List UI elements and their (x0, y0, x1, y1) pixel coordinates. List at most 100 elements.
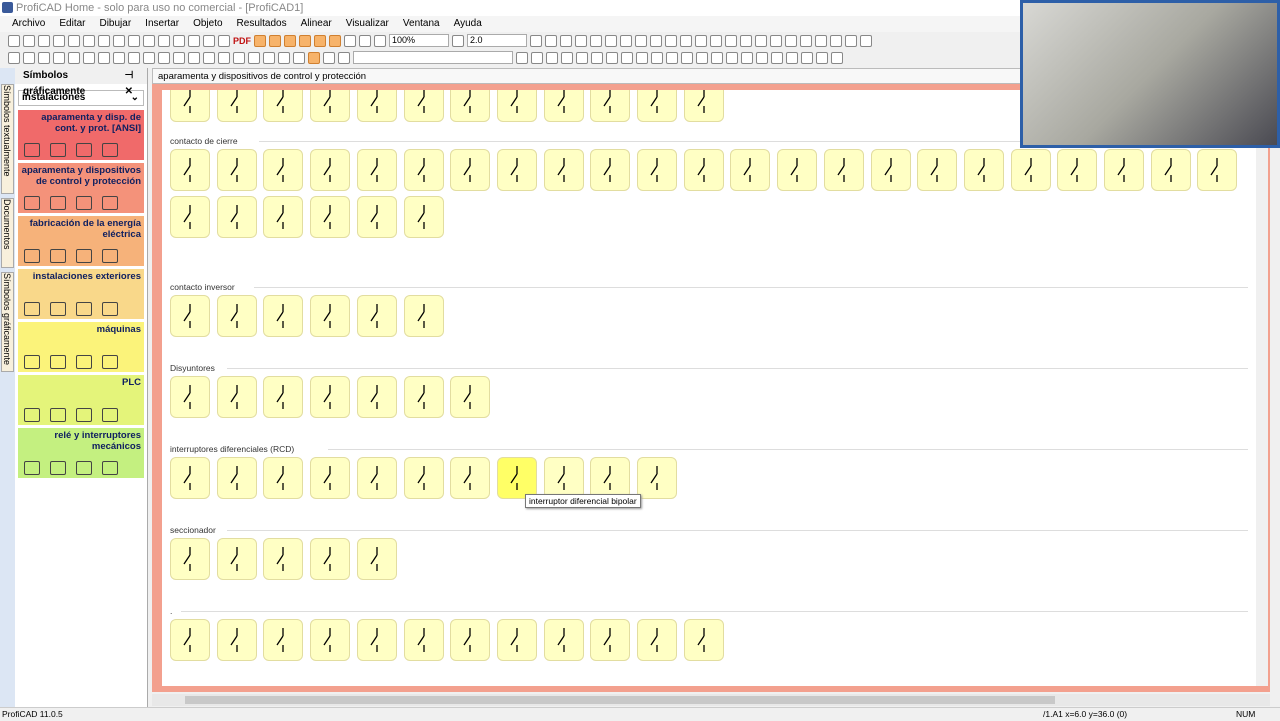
toolbar-button[interactable] (771, 51, 783, 64)
font-combo[interactable] (353, 51, 513, 64)
toolbar-button[interactable] (830, 34, 842, 47)
line-width-combo[interactable]: 2.0 (467, 34, 527, 47)
horizontal-scroll-thumb[interactable] (185, 696, 1055, 704)
symbol-tile[interactable] (310, 90, 351, 122)
symbol-tile[interactable] (403, 90, 444, 122)
symbol-tile[interactable] (310, 619, 351, 661)
symbol-tile[interactable] (403, 619, 444, 661)
symbol-tile[interactable] (216, 538, 257, 580)
toolbar-button[interactable] (188, 51, 200, 64)
toolbar-button[interactable] (636, 51, 648, 64)
menu-alinear[interactable]: Alinear (301, 16, 332, 32)
toolbar-button[interactable] (314, 34, 326, 47)
toolbar-button[interactable] (158, 51, 170, 64)
symbol-tile[interactable] (263, 538, 304, 580)
category-4[interactable]: máquinas (18, 322, 144, 372)
symbol-tile[interactable] (170, 619, 210, 661)
symbol-tile[interactable] (870, 149, 911, 191)
menu-editar[interactable]: Editar (59, 16, 85, 32)
symbol-tile[interactable] (403, 149, 444, 191)
toolbar-button[interactable] (113, 34, 125, 47)
symbol-tile[interactable] (216, 376, 257, 418)
toolbar-button[interactable] (203, 51, 215, 64)
toolbar-button[interactable] (284, 34, 296, 47)
toolbar-button[interactable] (263, 51, 275, 64)
category-6[interactable]: relé y interruptores mecánicos (18, 428, 144, 478)
toolbar-button[interactable] (128, 34, 140, 47)
symbol-tile[interactable] (356, 90, 397, 122)
toolbar-button[interactable] (203, 34, 215, 47)
toolbar-button[interactable] (845, 34, 857, 47)
toolbar-button[interactable] (575, 34, 587, 47)
symbol-tile[interactable] (356, 376, 397, 418)
symbol-tile[interactable] (590, 90, 631, 122)
symbol-tile[interactable] (170, 376, 210, 418)
menu-ayuda[interactable]: Ayuda (454, 16, 482, 32)
toolbar-button[interactable] (53, 34, 65, 47)
symbol-tile[interactable] (496, 90, 537, 122)
symbol-tile[interactable] (403, 295, 444, 337)
toolbar-button[interactable] (800, 34, 812, 47)
symbol-tile[interactable] (170, 457, 210, 499)
toolbar-button[interactable] (338, 51, 350, 64)
toolbar-button[interactable] (710, 34, 722, 47)
symbol-tile[interactable] (216, 196, 257, 238)
category-2[interactable]: fabricación de la energía eléctrica (18, 216, 144, 266)
toolbar-button[interactable] (801, 51, 813, 64)
toolbar-button[interactable] (740, 34, 752, 47)
category-0[interactable]: aparamenta y disp. de cont. y prot. [ANS… (18, 110, 144, 160)
symbol-tile[interactable] (683, 149, 724, 191)
toolbar-button[interactable] (546, 51, 558, 64)
toolbar-button[interactable] (98, 51, 110, 64)
symbol-tile[interactable] (590, 149, 631, 191)
toolbar-button[interactable] (344, 34, 356, 47)
symbol-tile[interactable] (683, 90, 724, 122)
symbol-tile[interactable] (310, 538, 351, 580)
symbol-tile[interactable] (216, 619, 257, 661)
toolbar-button[interactable] (785, 34, 797, 47)
symbol-tile[interactable] (637, 457, 677, 499)
symbol-tile[interactable] (683, 619, 724, 661)
toolbar-button[interactable] (98, 34, 110, 47)
toolbar-button[interactable] (726, 51, 738, 64)
symbol-tile[interactable] (310, 149, 351, 191)
tab-simbolos-textualmente[interactable]: Símbolos textualmente (1, 84, 14, 194)
symbol-tile[interactable] (170, 149, 210, 191)
menu-archivo[interactable]: Archivo (12, 16, 45, 32)
symbol-tile[interactable] (777, 149, 818, 191)
toolbar-button[interactable] (770, 34, 782, 47)
symbol-tile[interactable] (403, 457, 444, 499)
symbol-tile[interactable] (543, 90, 584, 122)
toolbar-button[interactable] (218, 34, 230, 47)
symbol-tile[interactable] (263, 295, 304, 337)
toolbar-button[interactable] (359, 34, 371, 47)
symbol-tile[interactable] (263, 90, 304, 122)
toolbar-button[interactable] (755, 34, 767, 47)
symbol-tile[interactable] (823, 149, 864, 191)
pdf-export-button[interactable]: PDF (233, 35, 251, 47)
toolbar-button[interactable] (452, 34, 464, 47)
toolbar-button[interactable] (23, 51, 35, 64)
symbol-tile[interactable] (310, 295, 351, 337)
toolbar-button[interactable] (269, 34, 281, 47)
panel-close-icon[interactable]: ⊣ ✕ (125, 68, 143, 97)
toolbar-button[interactable] (680, 34, 692, 47)
symbol-tile[interactable] (543, 149, 584, 191)
menu-dibujar[interactable]: Dibujar (99, 16, 131, 32)
toolbar-button[interactable] (248, 51, 260, 64)
zoom-combo[interactable]: 100% (389, 34, 449, 47)
symbol-tile[interactable] (543, 619, 584, 661)
symbol-tile[interactable] (1057, 149, 1098, 191)
symbol-tile[interactable] (450, 376, 491, 418)
toolbar-button[interactable] (590, 34, 602, 47)
toolbar-button[interactable] (173, 51, 185, 64)
toolbar-button[interactable] (621, 51, 633, 64)
symbol-tile[interactable] (450, 90, 491, 122)
symbol-tile[interactable] (216, 90, 257, 122)
toolbar-button[interactable] (143, 34, 155, 47)
toolbar-button[interactable] (323, 51, 335, 64)
symbol-tile[interactable] (216, 295, 257, 337)
toolbar-button[interactable] (711, 51, 723, 64)
toolbar-button[interactable] (756, 51, 768, 64)
toolbar-button[interactable] (218, 51, 230, 64)
